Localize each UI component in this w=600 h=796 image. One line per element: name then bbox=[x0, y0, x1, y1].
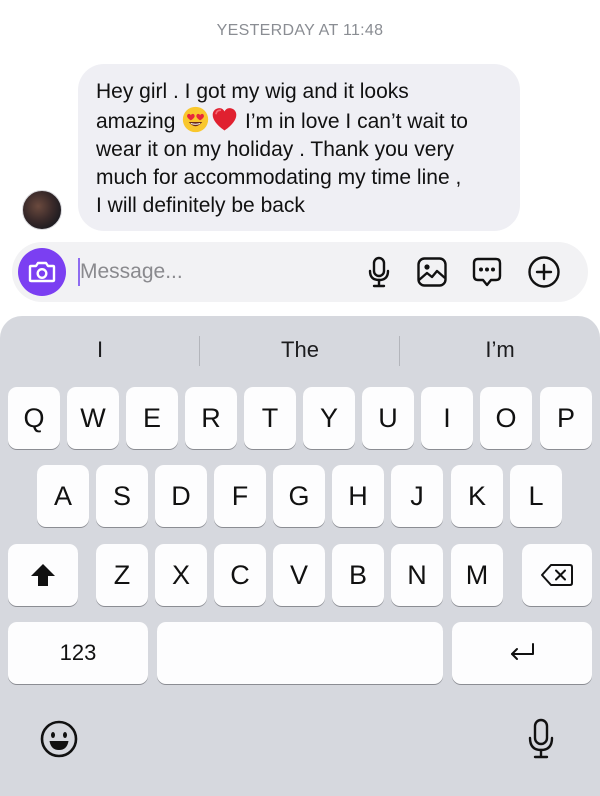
message-line: wear it on my holiday . Thank you very bbox=[96, 138, 454, 161]
space-key[interactable] bbox=[157, 622, 443, 684]
key-v[interactable]: V bbox=[273, 544, 325, 606]
message-line: I will definitely be back bbox=[96, 194, 305, 217]
message-bubble[interactable]: Hey girl . I got my wig and it looks ama… bbox=[78, 64, 520, 231]
emoji-icon bbox=[40, 720, 78, 758]
key-p[interactable]: P bbox=[540, 387, 592, 449]
key-g[interactable]: G bbox=[273, 465, 325, 527]
heart-eyes-emoji bbox=[183, 106, 209, 133]
message-input[interactable] bbox=[80, 256, 320, 288]
key-n[interactable]: N bbox=[391, 544, 443, 606]
dictation-button[interactable] bbox=[522, 716, 560, 762]
key-d[interactable]: D bbox=[155, 465, 207, 527]
key-y[interactable]: Y bbox=[303, 387, 355, 449]
delete-key[interactable] bbox=[522, 544, 592, 606]
suggestion-item[interactable]: I’m bbox=[400, 330, 600, 370]
add-button[interactable] bbox=[526, 254, 562, 290]
message-composer bbox=[12, 242, 588, 302]
key-t[interactable]: T bbox=[244, 387, 296, 449]
return-icon bbox=[511, 643, 534, 660]
key-c[interactable]: C bbox=[214, 544, 266, 606]
shift-icon bbox=[31, 564, 55, 586]
message-line: Hey girl . I got my wig and it looks bbox=[96, 80, 409, 103]
camera-button[interactable] bbox=[18, 248, 66, 296]
message-text: amazing bbox=[96, 110, 182, 133]
key-s[interactable]: S bbox=[96, 465, 148, 527]
microphone-icon bbox=[368, 256, 390, 288]
keyboard: I The I’m Q W E R T Y U I O P A S D F G … bbox=[0, 316, 600, 796]
message-line: much for accommodating my time line , bbox=[96, 166, 462, 189]
key-l[interactable]: L bbox=[510, 465, 562, 527]
emoji-keyboard-button[interactable] bbox=[38, 718, 80, 760]
microphone-button[interactable] bbox=[361, 254, 397, 290]
gallery-button[interactable] bbox=[414, 254, 450, 290]
key-w[interactable]: W bbox=[67, 387, 119, 449]
shift-key[interactable] bbox=[8, 544, 78, 606]
key-j[interactable]: J bbox=[391, 465, 443, 527]
key-k[interactable]: K bbox=[451, 465, 503, 527]
key-m[interactable]: M bbox=[451, 544, 503, 606]
avatar[interactable] bbox=[22, 190, 62, 230]
message-line: amazing I’m in love I can’t wait to bbox=[96, 106, 502, 136]
return-key[interactable] bbox=[452, 622, 592, 684]
key-b[interactable]: B bbox=[332, 544, 384, 606]
key-f[interactable]: F bbox=[214, 465, 266, 527]
key-x[interactable]: X bbox=[155, 544, 207, 606]
key-h[interactable]: H bbox=[332, 465, 384, 527]
key-z[interactable]: Z bbox=[96, 544, 148, 606]
key-o[interactable]: O bbox=[480, 387, 532, 449]
numbers-key[interactable]: 123 bbox=[8, 622, 148, 684]
key-a[interactable]: A bbox=[37, 465, 89, 527]
dictation-icon bbox=[528, 718, 554, 759]
suggestion-item[interactable]: I bbox=[0, 330, 200, 370]
sticker-button[interactable] bbox=[469, 254, 505, 290]
red-heart-emoji bbox=[212, 108, 237, 131]
add-icon bbox=[528, 256, 560, 288]
sticker-icon bbox=[472, 257, 502, 287]
message-text: I’m in love I can’t wait to bbox=[239, 110, 468, 133]
key-i[interactable]: I bbox=[421, 387, 473, 449]
suggestion-item[interactable]: The bbox=[200, 330, 400, 370]
key-u[interactable]: U bbox=[362, 387, 414, 449]
key-q[interactable]: Q bbox=[8, 387, 60, 449]
key-r[interactable]: R bbox=[185, 387, 237, 449]
key-e[interactable]: E bbox=[126, 387, 178, 449]
suggestion-bar: I The I’m bbox=[0, 330, 600, 370]
image-icon bbox=[417, 257, 447, 287]
message-timestamp: YESTERDAY AT 11:48 bbox=[216, 22, 384, 39]
delete-icon bbox=[541, 564, 573, 586]
camera-icon bbox=[28, 261, 56, 283]
